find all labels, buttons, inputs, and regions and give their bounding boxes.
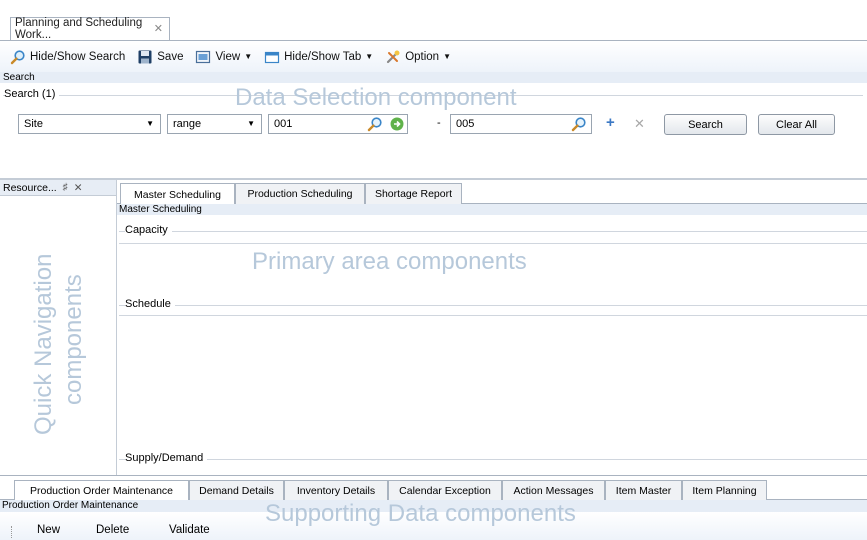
chevron-down-icon: ▼ bbox=[244, 52, 253, 61]
tools-icon bbox=[385, 49, 401, 65]
option-menu[interactable]: Option ▼ bbox=[385, 49, 451, 65]
tab-production-scheduling[interactable]: Production Scheduling bbox=[235, 183, 365, 204]
search-field-select[interactable]: Site ▼ bbox=[18, 114, 161, 134]
magnifier-icon bbox=[10, 49, 26, 65]
supply-demand-label: Supply/Demand bbox=[125, 452, 208, 464]
supply-demand-group-border bbox=[119, 459, 867, 460]
production-order-toolbar: New Delete Validate Supporting Data comp… bbox=[0, 500, 867, 540]
schedule-label: Schedule bbox=[125, 298, 175, 310]
validate-button[interactable]: Validate bbox=[169, 524, 210, 536]
tab-icon bbox=[264, 49, 280, 65]
capacity-pane: Capacity Primary area components bbox=[117, 215, 867, 295]
save-label: Save bbox=[157, 50, 184, 63]
side-panel-header: Resource... ♯ ✕ bbox=[0, 180, 116, 196]
capacity-label: Capacity bbox=[125, 224, 172, 236]
search-section-header: Search bbox=[0, 72, 867, 83]
schedule-inner-border bbox=[119, 315, 867, 316]
capacity-inner-border bbox=[119, 243, 867, 244]
new-button[interactable]: New bbox=[37, 524, 60, 536]
view-menu[interactable]: View ▼ bbox=[195, 49, 252, 65]
side-panel-title: Resource... bbox=[3, 181, 57, 194]
to-value-text: 005 bbox=[456, 118, 475, 130]
chevron-down-icon: ▼ bbox=[443, 52, 451, 61]
quick-navigation-panel: Resource... ♯ ✕ Quick Navigation compone… bbox=[0, 180, 117, 475]
master-scheduling-header: Master Scheduling bbox=[117, 204, 867, 215]
from-value-text: 001 bbox=[274, 118, 293, 130]
view-icon bbox=[195, 49, 211, 65]
green-arrow-icon[interactable] bbox=[389, 116, 405, 135]
hide-show-tab-label: Hide/Show Tab bbox=[284, 50, 362, 63]
from-value-input[interactable]: 001 bbox=[268, 114, 408, 134]
tab-production-order-maintenance[interactable]: Production Order Maintenance bbox=[14, 480, 189, 500]
chevron-down-icon: ▼ bbox=[365, 52, 374, 61]
to-value-input[interactable]: 005 bbox=[450, 114, 592, 134]
hide-show-tab-menu[interactable]: Hide/Show Tab ▼ bbox=[264, 49, 373, 65]
quick-navigation-overlay: Quick Navigation components bbox=[30, 254, 87, 435]
toolbar-grip bbox=[11, 526, 13, 538]
main-tab-bar: Master Scheduling Production Scheduling … bbox=[117, 180, 867, 205]
tab-calendar-exception[interactable]: Calendar Exception bbox=[388, 480, 502, 500]
search-panel: Search (1) Data Selection component Site… bbox=[0, 83, 867, 178]
document-tab-title: Planning and Scheduling Work... bbox=[15, 17, 143, 41]
close-icon[interactable]: ✕ bbox=[154, 22, 163, 35]
save-button[interactable]: Save bbox=[137, 49, 183, 65]
main-toolbar: Hide/Show Search Save View ▼ Hide/Show T… bbox=[0, 40, 867, 72]
hide-show-search-button[interactable]: Hide/Show Search bbox=[10, 49, 125, 65]
search-button[interactable]: Search bbox=[664, 114, 747, 135]
operator-value: range bbox=[173, 118, 202, 130]
chevron-down-icon: ▼ bbox=[247, 119, 255, 128]
lookup-icon[interactable] bbox=[367, 116, 383, 135]
schedule-group-border bbox=[119, 305, 867, 306]
schedule-pane: Schedule bbox=[117, 295, 867, 445]
data-selection-overlay: Data Selection component bbox=[235, 84, 517, 111]
tab-inventory-details[interactable]: Inventory Details bbox=[284, 480, 388, 500]
tab-master-scheduling[interactable]: Master Scheduling bbox=[120, 183, 235, 205]
document-tab-bar: Planning and Scheduling Work... ✕ bbox=[0, 0, 867, 41]
close-icon[interactable]: ✕ bbox=[74, 182, 83, 194]
tab-action-messages[interactable]: Action Messages bbox=[502, 480, 605, 500]
view-label: View bbox=[215, 50, 241, 63]
lookup-icon[interactable] bbox=[571, 116, 587, 135]
hide-show-search-label: Hide/Show Search bbox=[30, 50, 126, 63]
tab-item-master[interactable]: Item Master bbox=[605, 480, 682, 500]
clear-all-button[interactable]: Clear All bbox=[758, 114, 835, 135]
add-condition-icon[interactable]: + bbox=[606, 114, 615, 131]
bottom-tab-bar: Production Order Maintenance Demand Deta… bbox=[0, 475, 867, 500]
document-tab[interactable]: Planning and Scheduling Work... ✕ bbox=[10, 17, 170, 41]
tab-demand-details[interactable]: Demand Details bbox=[189, 480, 284, 500]
quick-navigation-overlay-line2: components bbox=[60, 274, 87, 405]
supply-demand-pane: Supply/Demand bbox=[117, 445, 867, 475]
capacity-group-border bbox=[119, 231, 867, 232]
delete-button[interactable]: Delete bbox=[96, 524, 129, 536]
search-group-label: Search (1) bbox=[4, 88, 60, 100]
search-group-border bbox=[3, 95, 863, 96]
quick-navigation-overlay-line1: Quick Navigation bbox=[30, 254, 57, 435]
search-field-value: Site bbox=[24, 118, 43, 130]
primary-area-overlay: Primary area components bbox=[252, 248, 527, 275]
range-dash: - bbox=[437, 117, 441, 129]
operator-select[interactable]: range ▼ bbox=[167, 114, 262, 134]
option-label: Option bbox=[405, 50, 440, 63]
chevron-down-icon: ▼ bbox=[146, 119, 154, 128]
remove-condition-icon[interactable]: ✕ bbox=[634, 116, 645, 132]
production-order-maintenance-header: Production Order Maintenance bbox=[0, 500, 867, 512]
tab-shortage-report[interactable]: Shortage Report bbox=[365, 183, 462, 204]
floppy-disk-icon bbox=[137, 49, 153, 65]
pin-icon[interactable]: ♯ bbox=[63, 182, 68, 193]
tab-item-planning[interactable]: Item Planning bbox=[682, 480, 767, 500]
